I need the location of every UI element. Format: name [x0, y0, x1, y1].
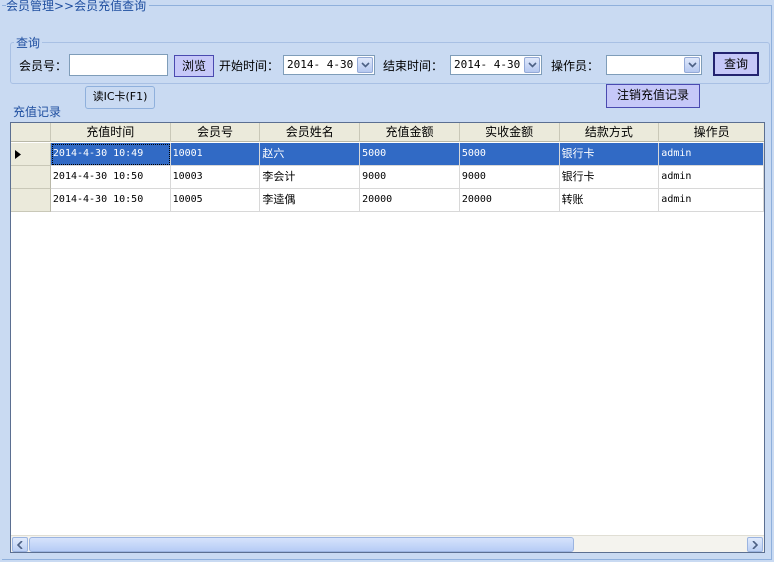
cell-operator[interactable]: admin: [659, 189, 765, 212]
cell-member-name[interactable]: 李逵偶: [260, 189, 361, 212]
scrollbar-thumb[interactable]: [29, 537, 574, 552]
scroll-right-icon[interactable]: [747, 537, 763, 552]
cell-recharge-time[interactable]: 2014-4-30 10:50: [50, 189, 171, 212]
cell-received-amount[interactable]: 5000: [459, 143, 560, 166]
col-payment-method[interactable]: 结款方式: [560, 123, 660, 142]
cell-recharge-amount[interactable]: 20000: [360, 189, 460, 212]
col-operator[interactable]: 操作员: [659, 123, 764, 142]
start-time-select[interactable]: 2014- 4-30: [283, 55, 375, 75]
end-time-label: 结束时间：: [383, 59, 444, 73]
query-group-title: 查询: [14, 34, 43, 51]
row-selector[interactable]: [11, 166, 51, 189]
cell-payment-method[interactable]: 银行卡: [559, 143, 660, 166]
cell-payment-method[interactable]: 银行卡: [559, 166, 660, 189]
col-received-amount[interactable]: 实收金额: [460, 123, 560, 142]
col-member-name[interactable]: 会员姓名: [260, 123, 361, 142]
table-row[interactable]: 2014-4-30 10:50 10005 李逵偶 20000 20000 转账…: [11, 189, 765, 212]
chevron-down-icon[interactable]: [684, 57, 700, 73]
search-button[interactable]: 查询: [713, 52, 759, 76]
col-member-no[interactable]: 会员号: [171, 123, 261, 142]
cell-operator[interactable]: admin: [659, 143, 764, 166]
cancel-recharge-button[interactable]: 注销充值记录: [606, 84, 700, 108]
row-selector[interactable]: [11, 189, 51, 212]
member-no-input[interactable]: [69, 54, 168, 76]
cell-received-amount[interactable]: 20000: [459, 189, 560, 212]
table-row[interactable]: 2014-4-30 10:50 10003 李会计 9000 9000 银行卡 …: [11, 166, 765, 189]
current-row-arrow-icon: [15, 149, 21, 159]
col-recharge-amount[interactable]: 充值金额: [360, 123, 460, 142]
table-header: 充值时间 会员号 会员姓名 充值金额 实收金额 结款方式 操作员: [11, 123, 764, 142]
recharge-records-table[interactable]: 充值时间 会员号 会员姓名 充值金额 实收金额 结款方式 操作员 2014-4-…: [10, 122, 765, 553]
cell-received-amount[interactable]: 9000: [459, 166, 560, 189]
horizontal-scrollbar[interactable]: [11, 535, 764, 552]
col-recharge-time[interactable]: 充值时间: [51, 123, 171, 142]
cell-operator[interactable]: admin: [659, 166, 765, 189]
operator-select[interactable]: [606, 55, 702, 75]
scroll-left-icon[interactable]: [12, 537, 28, 552]
operator-label: 操作员：: [551, 59, 600, 73]
end-time-value: 2014- 4-30: [454, 58, 521, 71]
cell-recharge-time[interactable]: 2014-4-30 10:49: [50, 143, 171, 166]
cell-member-no[interactable]: 10001: [170, 143, 261, 166]
cell-recharge-time[interactable]: 2014-4-30 10:50: [50, 166, 171, 189]
breadcrumb: 会员管理>>会员充值查询: [6, 0, 150, 14]
chevron-down-icon[interactable]: [524, 57, 540, 73]
browse-button[interactable]: 浏览: [174, 55, 214, 77]
start-time-label: 开始时间：: [219, 59, 280, 73]
row-selector[interactable]: [11, 143, 51, 166]
start-time-value: 2014- 4-30: [287, 58, 354, 71]
cell-member-no[interactable]: 10003: [170, 166, 261, 189]
read-ic-card-button[interactable]: 读IC卡(F1): [85, 86, 155, 109]
cell-recharge-amount[interactable]: 5000: [360, 143, 460, 166]
records-label: 充值记录: [13, 105, 62, 119]
cell-recharge-amount[interactable]: 9000: [360, 166, 460, 189]
cell-member-name[interactable]: 李会计: [260, 166, 361, 189]
row-header-corner: [11, 123, 51, 142]
table-row[interactable]: 2014-4-30 10:49 10001 赵六 5000 5000 银行卡 a…: [11, 143, 764, 166]
end-time-select[interactable]: 2014- 4-30: [450, 55, 542, 75]
member-no-label: 会员号：: [19, 59, 68, 73]
cell-payment-method[interactable]: 转账: [559, 189, 660, 212]
chevron-down-icon[interactable]: [357, 57, 373, 73]
cell-member-name[interactable]: 赵六: [260, 143, 361, 166]
cell-member-no[interactable]: 10005: [170, 189, 261, 212]
